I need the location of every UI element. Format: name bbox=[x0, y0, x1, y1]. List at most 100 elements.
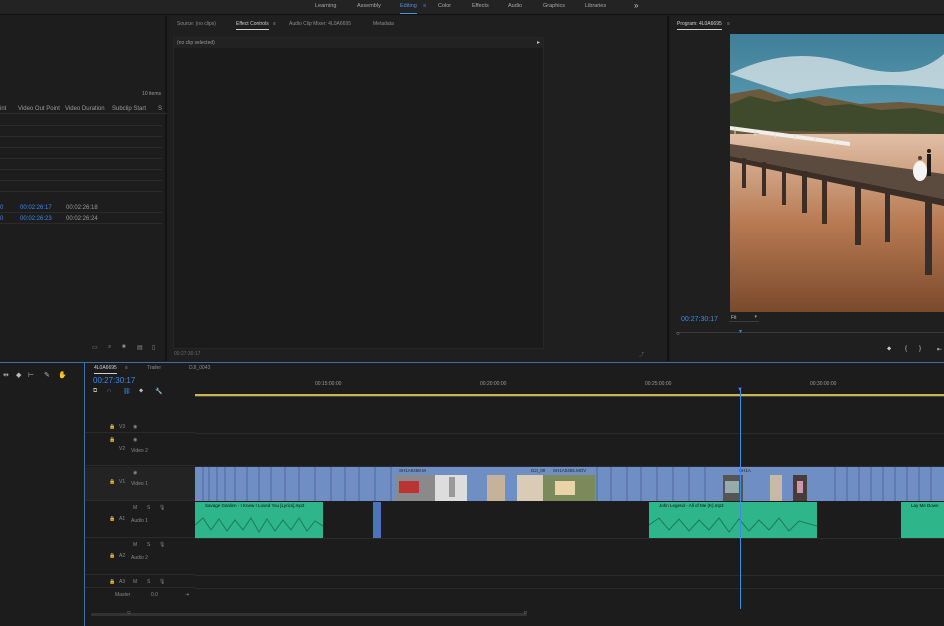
scroll-handle-right[interactable]: ○ bbox=[523, 610, 527, 616]
tab-source[interactable]: Source: (no clips) bbox=[177, 21, 216, 27]
timeline-menu-icon[interactable]: ≡ bbox=[125, 365, 128, 371]
audio-clip-label: Lay Me Down bbox=[911, 503, 939, 508]
trash-icon[interactable]: ▯ bbox=[152, 344, 155, 351]
column-subclip-start[interactable]: Subclip Start bbox=[112, 106, 146, 112]
lock-icon[interactable]: 🔒 bbox=[109, 579, 115, 585]
work-area-bar[interactable] bbox=[195, 394, 944, 396]
timeline-scrollbar[interactable]: ○ ○ bbox=[91, 610, 527, 616]
effect-controls-menu-icon[interactable]: ≡ bbox=[273, 21, 276, 27]
program-menu-icon[interactable]: ≡ bbox=[727, 21, 730, 27]
column-more[interactable]: S bbox=[158, 106, 162, 112]
mute-icon[interactable]: M bbox=[133, 579, 137, 585]
playhead-icon[interactable]: ▼ bbox=[737, 387, 743, 393]
fit-dropdown[interactable]: Fit ▾ bbox=[729, 314, 759, 322]
track-header-v1[interactable]: 🔒 V1 ◉ Video 1 bbox=[85, 467, 195, 501]
track-name: V1 bbox=[119, 479, 126, 485]
ripple-edit-icon[interactable]: ⇹ bbox=[3, 371, 9, 379]
chevron-down-icon: ▾ bbox=[754, 314, 757, 320]
program-video-frame[interactable] bbox=[730, 34, 944, 312]
lock-icon[interactable]: 🔒 bbox=[109, 516, 115, 522]
tab-audio-clip-mixer[interactable]: Audio Clip Mixer: 4L0A6695 bbox=[289, 21, 351, 27]
find-icon[interactable]: ⌕ bbox=[108, 344, 111, 351]
nest-icon[interactable]: ⧉ bbox=[93, 388, 97, 395]
workspace-color[interactable]: Color bbox=[438, 3, 451, 9]
eye-icon[interactable]: ◉ bbox=[133, 470, 137, 476]
column-video-duration[interactable]: Video Duration bbox=[65, 106, 105, 112]
workspace-menu-icon[interactable]: ≡ bbox=[423, 3, 426, 9]
tab-sequence-main[interactable]: 4L0A6695 bbox=[94, 365, 117, 374]
audio-clip-small[interactable] bbox=[373, 502, 381, 538]
workspace-audio[interactable]: Audio bbox=[508, 3, 522, 9]
program-scrubber[interactable]: ○ ▾ bbox=[676, 329, 944, 338]
add-marker-icon[interactable]: ⬥ bbox=[887, 346, 891, 353]
export-frame-icon[interactable]: ⤴ bbox=[639, 351, 644, 358]
workspace-libraries[interactable]: Libraries bbox=[585, 3, 606, 9]
new-bin-icon[interactable]: ■ bbox=[122, 344, 126, 350]
workspace-learning[interactable]: Learning bbox=[315, 3, 336, 9]
workspace-effects[interactable]: Effects bbox=[472, 3, 489, 9]
microphone-icon[interactable]: 🎙 bbox=[159, 505, 165, 511]
lock-icon[interactable]: 🔒 bbox=[109, 437, 115, 443]
workspace-editing[interactable]: Editing bbox=[400, 3, 417, 14]
program-timecode[interactable]: 00:27:30:17 bbox=[681, 316, 718, 323]
go-to-in-icon[interactable]: ⇤ bbox=[937, 346, 942, 353]
track-header-a1[interactable]: 🔒 A1 M S 🎙 Audio 1 bbox=[85, 502, 195, 538]
program-title[interactable]: Program: 4L0A6695 bbox=[677, 21, 722, 30]
workspace-assembly[interactable]: Assembly bbox=[357, 3, 381, 9]
audio-clip-lay-me-down[interactable]: Lay Me Down bbox=[901, 502, 944, 538]
go-to-out-icon[interactable]: ⇥ bbox=[185, 592, 189, 598]
scrubber-start-handle[interactable]: ○ bbox=[676, 331, 680, 337]
expand-icon[interactable]: ▸ bbox=[537, 39, 540, 46]
mute-icon[interactable]: M bbox=[133, 542, 137, 548]
playhead-line[interactable] bbox=[740, 389, 741, 609]
wrench-icon[interactable]: 🔧 bbox=[155, 388, 162, 395]
solo-icon[interactable]: S bbox=[147, 542, 150, 548]
tab-dji[interactable]: DJI_0043 bbox=[189, 365, 210, 371]
pen-icon[interactable]: ✎ bbox=[44, 371, 50, 379]
track-header-master[interactable]: Master 0.0 ⇥ bbox=[85, 589, 195, 601]
column-video-out-point[interactable]: Video Out Point bbox=[18, 106, 60, 112]
linked-selection-icon[interactable]: ⛓ bbox=[123, 388, 131, 395]
master-volume[interactable]: 0.0 bbox=[151, 592, 158, 598]
hand-icon[interactable]: ✋ bbox=[58, 371, 67, 379]
add-marker-icon[interactable]: ⬥ bbox=[139, 388, 143, 395]
razor-icon[interactable]: ◆ bbox=[16, 371, 21, 379]
playhead-icon[interactable]: ▾ bbox=[739, 328, 742, 335]
tab-effect-controls[interactable]: Effect Controls bbox=[236, 21, 269, 30]
tab-metadata[interactable]: Metadata bbox=[373, 21, 394, 27]
eye-icon[interactable]: ◉ bbox=[133, 424, 137, 430]
mark-in-icon[interactable]: { bbox=[905, 346, 907, 352]
table-row[interactable]: 0 00:02:26:17 00:02:26:18 bbox=[0, 202, 162, 213]
column-header: int Video Out Point Video Duration Subcl… bbox=[0, 104, 167, 114]
lock-icon[interactable]: 🔒 bbox=[109, 479, 115, 485]
microphone-icon[interactable]: 🎙 bbox=[159, 579, 165, 585]
eye-icon[interactable]: ◉ bbox=[133, 437, 137, 443]
more-workspaces-icon[interactable]: » bbox=[634, 1, 638, 10]
slip-icon[interactable]: ⊢ bbox=[28, 371, 34, 379]
time-ruler[interactable]: 00:15:00:00 00:20:00:00 00:25:00:00 00:3… bbox=[195, 377, 944, 397]
track-header-a3[interactable]: 🔒 A3 M S 🎙 bbox=[85, 576, 195, 588]
timeline-timecode[interactable]: 00:27:30:17 bbox=[93, 376, 135, 385]
snap-icon[interactable]: ∩ bbox=[107, 388, 111, 394]
audio-clip-john-legend[interactable]: John Legend - All of Me (K).mp3 bbox=[649, 502, 817, 538]
solo-icon[interactable]: S bbox=[147, 505, 150, 511]
audio-clip-savage-garden[interactable]: Savage Garden - I Knew I Loved You [Lyri… bbox=[195, 502, 323, 538]
solo-icon[interactable]: S bbox=[147, 579, 150, 585]
column-in-point[interactable]: int bbox=[0, 106, 6, 112]
track-header-v3[interactable]: 🔒 V3 ◉ bbox=[85, 421, 195, 433]
lock-icon[interactable]: 🔒 bbox=[109, 424, 115, 430]
track-header-v2[interactable]: 🔒 V2 ◉ Video 2 bbox=[85, 434, 195, 466]
automate-icon[interactable]: ▭ bbox=[92, 344, 98, 351]
new-item-icon[interactable]: ▤ bbox=[137, 344, 143, 351]
lock-icon[interactable]: 🔒 bbox=[109, 553, 115, 559]
scroll-handle-left[interactable]: ○ bbox=[127, 610, 131, 616]
mark-out-icon[interactable]: } bbox=[919, 346, 921, 352]
track-header-a2[interactable]: 🔒 A2 M S 🎙 Audio 2 bbox=[85, 539, 195, 575]
mute-icon[interactable]: M bbox=[133, 505, 137, 511]
video-track-v1[interactable]: SH1A0468.M DJI_00 SH1A0455.MOV SH1A bbox=[195, 467, 944, 501]
tab-trailer[interactable]: Trailer bbox=[147, 365, 161, 371]
microphone-icon[interactable]: 🎙 bbox=[159, 542, 165, 548]
workspace-graphics[interactable]: Graphics bbox=[543, 3, 565, 9]
table-row[interactable]: 0 00:02:26:23 00:02:26:24 bbox=[0, 213, 162, 224]
effect-controls-timecode[interactable]: 00:27:30:17 bbox=[174, 351, 200, 357]
